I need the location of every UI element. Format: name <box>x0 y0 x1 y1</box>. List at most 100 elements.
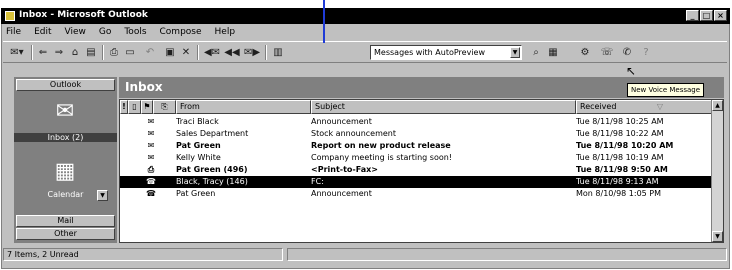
menu-edit[interactable]: Edit <box>32 26 53 40</box>
window-title: Inbox - Microsoft Outlook <box>19 10 148 20</box>
close-button[interactable]: × <box>714 10 727 21</box>
item-type-column-icon[interactable]: ▯ <box>128 100 141 114</box>
outlook-app-icon[interactable] <box>5 11 15 21</box>
back-icon[interactable]: ⇐ <box>36 45 50 60</box>
message-row[interactable]: ✉ Traci Black Announcement Tue 8/11/98 1… <box>120 116 712 128</box>
toolbar-tooltip: New Voice Message <box>627 83 705 97</box>
column-header-row: ! ▯ ⚑ ⎘ From Subject Received ▽ <box>120 100 712 114</box>
organize-icon[interactable]: ▦ <box>546 45 560 60</box>
received-column-header[interactable]: Received ▽ <box>576 100 712 114</box>
folder-name[interactable]: Inbox <box>125 80 163 94</box>
voice-mail-icon[interactable]: ☏ <box>600 45 614 60</box>
message-subject: Report on new product release <box>311 141 451 150</box>
rules-wizard-icon[interactable]: ⚙ <box>578 45 592 60</box>
message-from: Traci Black <box>176 117 219 126</box>
menu-compose[interactable]: Compose <box>158 26 204 40</box>
menu-help[interactable]: Help <box>213 26 238 40</box>
unread-envelope-icon: ✉ <box>147 141 155 150</box>
toolbar-separator <box>102 45 104 60</box>
print-icon[interactable]: ⎙ <box>107 45 121 60</box>
from-column-header[interactable]: From <box>176 100 311 114</box>
message-list-scrollbar[interactable]: ▲ ▼ <box>711 100 723 242</box>
title-bar: Inbox - Microsoft Outlook _ □ × <box>1 8 730 24</box>
message-row[interactable]: ✉ Kelly White Company meeting is startin… <box>120 152 712 164</box>
delete-icon[interactable]: ✕ <box>179 45 193 60</box>
reply-all-icon[interactable]: ◀◀ <box>223 45 241 60</box>
fax-icon: ⎙ <box>147 165 155 174</box>
message-row[interactable]: ✉ Pat Green Report on new product releas… <box>120 140 712 152</box>
message-row[interactable]: ⎙ Pat Green (496) <Print-to-Fax> Tue 8/1… <box>120 164 712 176</box>
read-envelope-icon: ✉ <box>147 129 155 138</box>
read-envelope-icon: ✉ <box>147 117 155 126</box>
importance-column-icon[interactable]: ! <box>120 100 128 114</box>
sort-descending-icon: ▽ <box>656 102 663 111</box>
address-book-icon[interactable]: ▥ <box>271 45 285 60</box>
message-list: ! ▯ ⚑ ⎘ From Subject Received ▽ ✉ Traci … <box>119 99 724 243</box>
print-preview-icon[interactable]: ▭ <box>123 45 137 60</box>
inbox-icon[interactable]: ✉ <box>50 99 80 125</box>
message-from: Pat Green <box>176 189 216 198</box>
message-row[interactable]: ☎ Pat Green Announcement Mon 8/10/98 1:0… <box>120 188 712 200</box>
flag-column-icon[interactable]: ⚑ <box>141 100 153 114</box>
scroll-down-icon[interactable]: ▼ <box>712 231 723 242</box>
message-subject: Announcement <box>311 117 372 126</box>
message-received: Tue 8/11/98 9:13 AM <box>576 177 659 186</box>
status-bar: 7 Items, 2 Unread <box>3 247 727 263</box>
message-received: Tue 8/11/98 10:25 AM <box>576 117 664 126</box>
reply-icon[interactable]: ◀✉ <box>203 45 221 60</box>
message-from: Kelly White <box>176 153 221 162</box>
outlook-bar: Outlook ✉ Inbox (2) ▦ Calendar ▼ Mail Ot… <box>14 77 117 243</box>
message-received: Tue 8/11/98 9:50 AM <box>576 165 668 174</box>
minimize-button[interactable]: _ <box>686 10 699 21</box>
scroll-up-icon[interactable]: ▲ <box>712 100 723 111</box>
maximize-button[interactable]: □ <box>700 10 713 21</box>
message-received: Tue 8/11/98 10:22 AM <box>576 129 664 138</box>
mouse-pointer-icon: ↖ <box>626 64 637 78</box>
other-group-button[interactable]: Other <box>16 228 115 240</box>
toolbar-separator <box>265 45 267 60</box>
message-received: Tue 8/11/98 10:19 AM <box>576 153 664 162</box>
callout-line <box>323 0 325 43</box>
message-from: Pat Green (496) <box>176 165 248 174</box>
find-items-icon[interactable]: ⌕ <box>529 45 543 60</box>
status-panel <box>287 248 727 261</box>
folder-list-icon[interactable]: ▤ <box>84 45 98 60</box>
undo-icon[interactable]: ↶ <box>143 45 157 60</box>
menu-view[interactable]: View <box>63 26 88 40</box>
current-view-select[interactable]: Messages with AutoPreview ▼ <box>370 45 522 60</box>
inbox-shortcut-label[interactable]: Inbox (2) <box>14 133 117 142</box>
office-assistant-icon[interactable]: ? <box>639 45 653 60</box>
read-envelope-icon: ✉ <box>147 153 155 162</box>
toolbar-separator <box>31 45 33 60</box>
message-from: Pat Green <box>176 141 221 150</box>
new-message-icon[interactable]: ✉▾ <box>6 45 28 60</box>
up-one-level-icon[interactable]: ⌂ <box>68 45 82 60</box>
subject-column-header[interactable]: Subject <box>311 100 576 114</box>
message-received: Mon 8/10/98 1:05 PM <box>576 189 662 198</box>
menu-tools[interactable]: Tools <box>122 26 148 40</box>
current-view-value: Messages with AutoPreview <box>374 48 486 57</box>
calendar-icon[interactable]: ▦ <box>50 159 80 185</box>
message-from: Sales Department <box>176 129 249 138</box>
scroll-down-icon[interactable]: ▼ <box>97 190 108 201</box>
outlook-group-button[interactable]: Outlook <box>16 79 115 91</box>
toolbar-separator <box>197 45 199 60</box>
attachment-column-icon[interactable]: ⎘ <box>153 100 176 114</box>
message-subject: Company meeting is starting soon! <box>311 153 453 162</box>
chevron-down-icon[interactable]: ▼ <box>510 47 520 58</box>
forward-icon[interactable]: ⇒ <box>52 45 66 60</box>
standard-toolbar: ✉▾ ⇐ ⇒ ⌂ ▤ ⎙ ▭ ↶ ▣ ✕ ◀✉ ◀◀ ✉▶ ▥ Messages… <box>3 41 727 63</box>
status-text: 7 Items, 2 Unread <box>3 248 283 261</box>
message-from: Black, Tracy (146) <box>176 177 248 186</box>
menu-file[interactable]: File <box>4 26 23 40</box>
message-row[interactable]: ✉ Sales Department Stock announcement Tu… <box>120 128 712 140</box>
move-to-folder-icon[interactable]: ▣ <box>163 45 177 60</box>
message-received: Tue 8/11/98 10:20 AM <box>576 141 674 150</box>
message-row-selected[interactable]: ☎ Black, Tracy (146) FC: Tue 8/11/98 9:1… <box>120 176 712 188</box>
new-voice-message-icon[interactable]: ✆ <box>620 45 634 60</box>
voice-message-icon: ☎ <box>146 177 156 186</box>
forward-message-icon[interactable]: ✉▶ <box>243 45 261 60</box>
menu-go[interactable]: Go <box>97 26 113 40</box>
message-subject: Stock announcement <box>311 129 397 138</box>
mail-group-button[interactable]: Mail <box>16 215 115 227</box>
